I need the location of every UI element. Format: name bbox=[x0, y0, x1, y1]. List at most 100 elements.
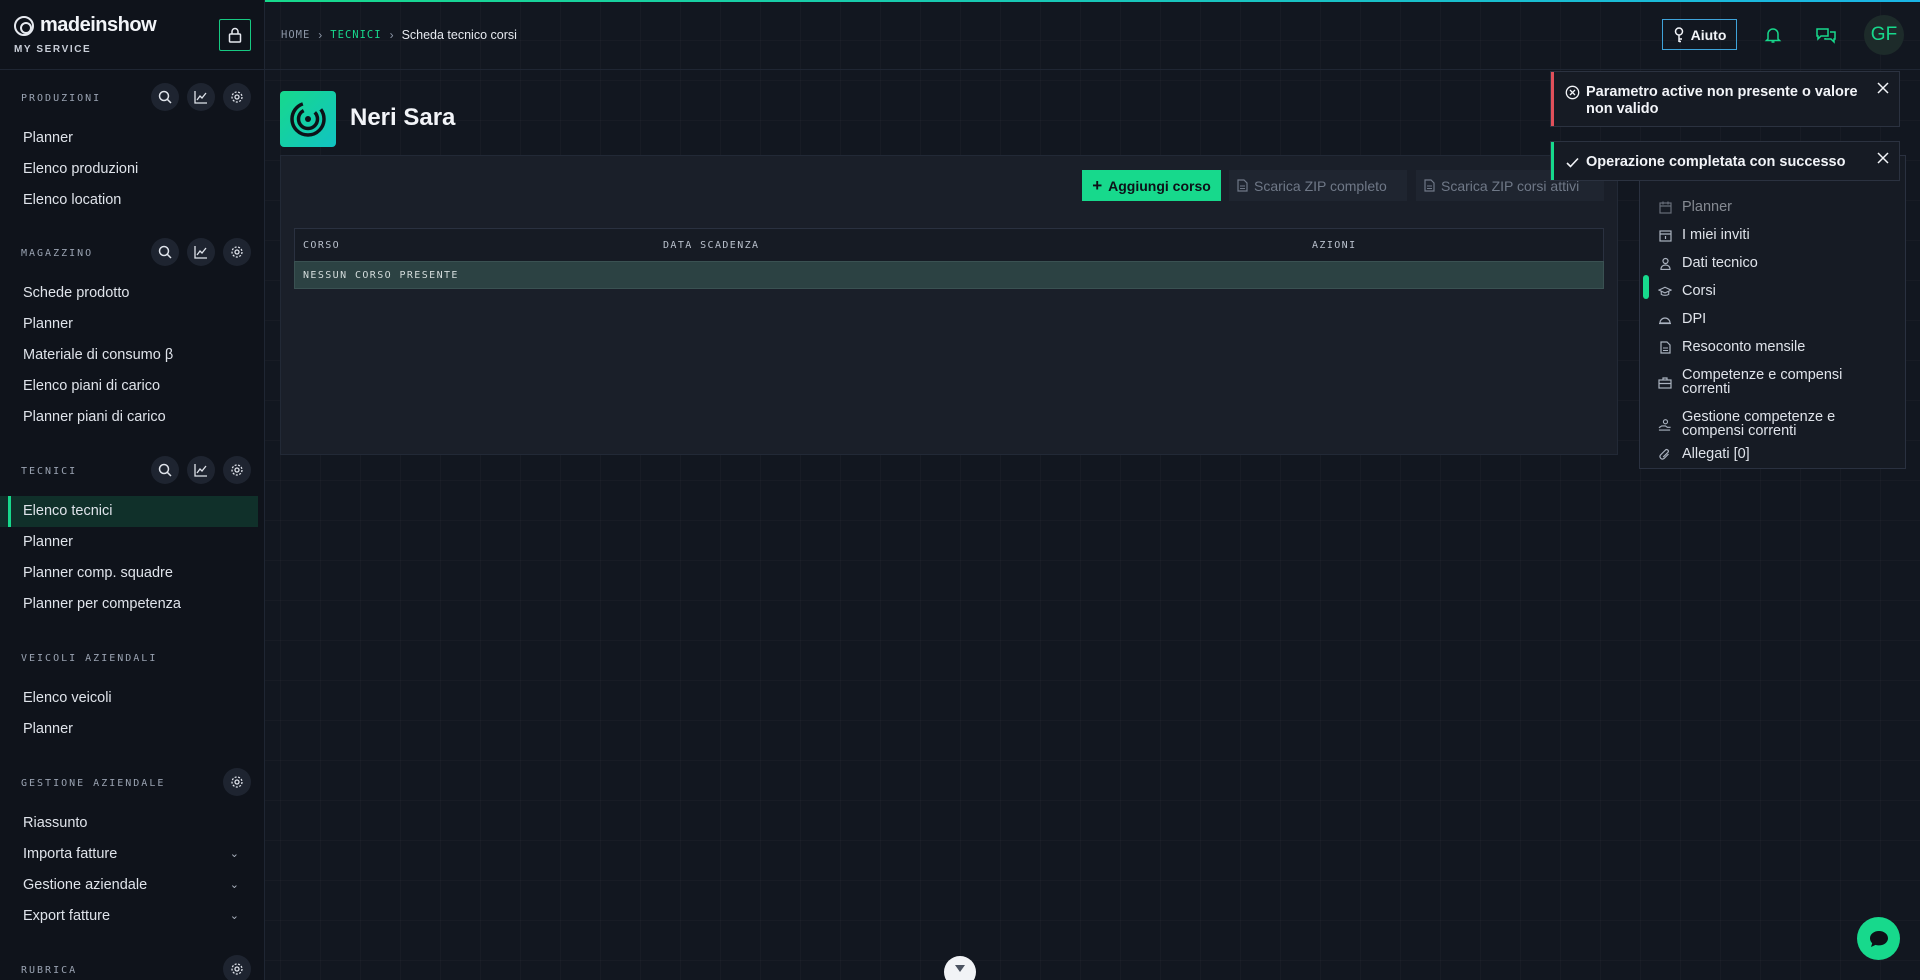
close-icon[interactable] bbox=[1875, 80, 1891, 96]
brand-name: madeinshow bbox=[40, 14, 157, 36]
sidebar-item-gestione-aziendale[interactable]: Gestione aziendale ⌄ bbox=[0, 870, 264, 901]
submenu-label: Allegati [0] bbox=[1682, 446, 1750, 462]
toolbox-icon bbox=[1658, 375, 1672, 389]
submenu-item-resoconto-mensile[interactable]: Resoconto mensile bbox=[1640, 334, 1907, 360]
paperclip-icon bbox=[1658, 447, 1672, 461]
section-title: MAGAZZINO bbox=[21, 248, 94, 259]
section-veicoli: VEICOLI AZIENDALI Elenco veicoli Planner bbox=[0, 643, 264, 745]
sidebar-item-elenco-piani[interactable]: Elenco piani di carico bbox=[0, 371, 264, 402]
calendar-invite-icon bbox=[1658, 228, 1672, 242]
search-button[interactable] bbox=[151, 83, 179, 111]
settings-button[interactable] bbox=[223, 456, 251, 484]
sidebar-item-elenco-tecnici[interactable]: Elenco tecnici bbox=[0, 496, 258, 527]
technician-submenu: Planner I miei inviti Dati tecnico Corsi… bbox=[1639, 155, 1906, 469]
sidebar-item-schede-prodotto[interactable]: Schede prodotto bbox=[0, 278, 264, 309]
sidebar-item-planner[interactable]: Planner bbox=[0, 309, 264, 340]
toast-status-bar bbox=[1551, 72, 1554, 126]
sidebar-item-planner-comp-squadre[interactable]: Planner comp. squadre bbox=[0, 558, 264, 589]
settings-button[interactable] bbox=[223, 238, 251, 266]
stats-button[interactable] bbox=[187, 238, 215, 266]
submenu-item-competenze[interactable]: Competenze e compensi correnti bbox=[1640, 362, 1907, 402]
stats-button[interactable] bbox=[187, 83, 215, 111]
lock-sidebar-button[interactable] bbox=[219, 19, 251, 51]
submenu-label: Resoconto mensile bbox=[1682, 339, 1806, 355]
sidebar-item-riassunto[interactable]: Riassunto bbox=[0, 808, 264, 839]
key-icon bbox=[1674, 26, 1683, 42]
add-course-button[interactable]: + Aggiungi corso bbox=[1082, 170, 1221, 201]
search-button[interactable] bbox=[151, 456, 179, 484]
submenu-item-i-miei-inviti[interactable]: I miei inviti bbox=[1640, 222, 1907, 248]
submenu-item-dati-tecnico[interactable]: Dati tecnico bbox=[1640, 250, 1907, 276]
sidebar-item-planner-piani[interactable]: Planner piani di carico bbox=[0, 402, 264, 433]
submenu-item-planner[interactable]: Planner bbox=[1640, 194, 1907, 220]
sidebar-item-label: Importa fatture bbox=[23, 846, 118, 862]
submenu-label: Corsi bbox=[1682, 283, 1716, 299]
breadcrumb-current: Scheda tecnico corsi bbox=[401, 28, 517, 42]
breadcrumb-home[interactable]: HOME bbox=[281, 29, 310, 41]
sidebar-item-elenco-produzioni[interactable]: Elenco produzioni bbox=[0, 154, 264, 185]
download-zip-full-button[interactable]: Scarica ZIP completo bbox=[1229, 170, 1407, 201]
brand: madeinshow MY SERVICE bbox=[0, 0, 264, 70]
messages-button[interactable] bbox=[1815, 24, 1837, 46]
column-header-azioni: AZIONI bbox=[1312, 240, 1357, 251]
close-icon[interactable] bbox=[1875, 150, 1891, 166]
submenu-label: Planner bbox=[1682, 199, 1732, 215]
sidebar-item-planner[interactable]: Planner bbox=[0, 527, 264, 558]
section-title: RUBRICA bbox=[21, 965, 78, 976]
breadcrumb-tecnici[interactable]: TECNICI bbox=[330, 29, 381, 41]
sidebar-item-planner[interactable]: Planner bbox=[0, 123, 264, 154]
toast-status-bar bbox=[1551, 142, 1554, 180]
settings-button[interactable] bbox=[223, 83, 251, 111]
sidebar-item-label: Gestione aziendale bbox=[23, 877, 148, 893]
gear-icon bbox=[231, 963, 243, 975]
section-title: PRODUZIONI bbox=[21, 93, 102, 104]
submenu-label: DPI bbox=[1682, 311, 1707, 327]
submenu-item-allegati[interactable]: Allegati [0] bbox=[1640, 442, 1907, 466]
notifications-button[interactable] bbox=[1762, 24, 1784, 46]
chart-line-icon bbox=[194, 246, 207, 259]
avatar[interactable]: GF bbox=[1864, 15, 1904, 55]
lock-icon bbox=[228, 27, 242, 43]
technician-logo bbox=[280, 91, 336, 147]
user-icon bbox=[1658, 256, 1672, 270]
gear-icon bbox=[231, 91, 243, 103]
search-button[interactable] bbox=[151, 238, 179, 266]
error-circle-icon bbox=[1564, 84, 1580, 100]
section-rubrica: RUBRICA bbox=[0, 955, 264, 980]
submenu-item-dpi[interactable]: DPI bbox=[1640, 306, 1907, 332]
section-title: TECNICI bbox=[21, 466, 78, 477]
chevron-down-icon: ⌄ bbox=[229, 879, 239, 891]
chevron-down-icon: ⌄ bbox=[229, 848, 239, 860]
stats-button[interactable] bbox=[187, 456, 215, 484]
add-course-label: Aggiungi corso bbox=[1108, 177, 1211, 194]
submenu-label: Gestione competenze e compensi correnti bbox=[1682, 409, 1836, 439]
sidebar-item-planner[interactable]: Planner bbox=[0, 714, 264, 745]
help-label: Aiuto bbox=[1690, 26, 1727, 43]
page-title: Neri Sara bbox=[350, 104, 456, 131]
sidebar-item-importa-fatture[interactable]: Importa fatture ⌄ bbox=[0, 839, 264, 870]
scroll-toggle-button[interactable] bbox=[944, 956, 976, 980]
settings-button[interactable] bbox=[223, 768, 251, 796]
sidebar-item-materiale-consumo[interactable]: Materiale di consumo β bbox=[0, 340, 264, 371]
chat-support-button[interactable] bbox=[1857, 917, 1900, 960]
sidebar-item-elenco-location[interactable]: Elenco location bbox=[0, 185, 264, 216]
submenu-label: Dati tecnico bbox=[1682, 255, 1758, 271]
file-icon bbox=[1237, 179, 1248, 192]
sidebar-item-elenco-veicoli[interactable]: Elenco veicoli bbox=[0, 683, 264, 714]
submenu-item-corsi[interactable]: Corsi bbox=[1640, 275, 1907, 304]
search-icon bbox=[158, 90, 172, 104]
sidebar-item-planner-per-competenza[interactable]: Planner per competenza bbox=[0, 589, 264, 620]
chat-bubbles-icon bbox=[1816, 28, 1836, 44]
search-icon bbox=[158, 245, 172, 259]
settings-button[interactable] bbox=[223, 955, 251, 980]
toast-error: Parametro active non presente o valore n… bbox=[1550, 71, 1900, 127]
sidebar-item-export-fatture[interactable]: Export fatture ⌄ bbox=[0, 901, 264, 932]
help-button[interactable]: Aiuto bbox=[1662, 19, 1737, 50]
column-header-corso: CORSO bbox=[303, 240, 341, 251]
breadcrumb-separator-icon: › bbox=[389, 28, 394, 42]
toast-message: Parametro active non presente o valore n… bbox=[1586, 84, 1858, 117]
submenu-label: Competenze e compensi correnti bbox=[1682, 367, 1843, 397]
submenu-item-gestione-competenze[interactable]: Gestione competenze e compensi correnti bbox=[1640, 404, 1907, 444]
brand-subtitle: MY SERVICE bbox=[14, 44, 92, 55]
toast-success: Operazione completata con successo bbox=[1550, 141, 1900, 181]
